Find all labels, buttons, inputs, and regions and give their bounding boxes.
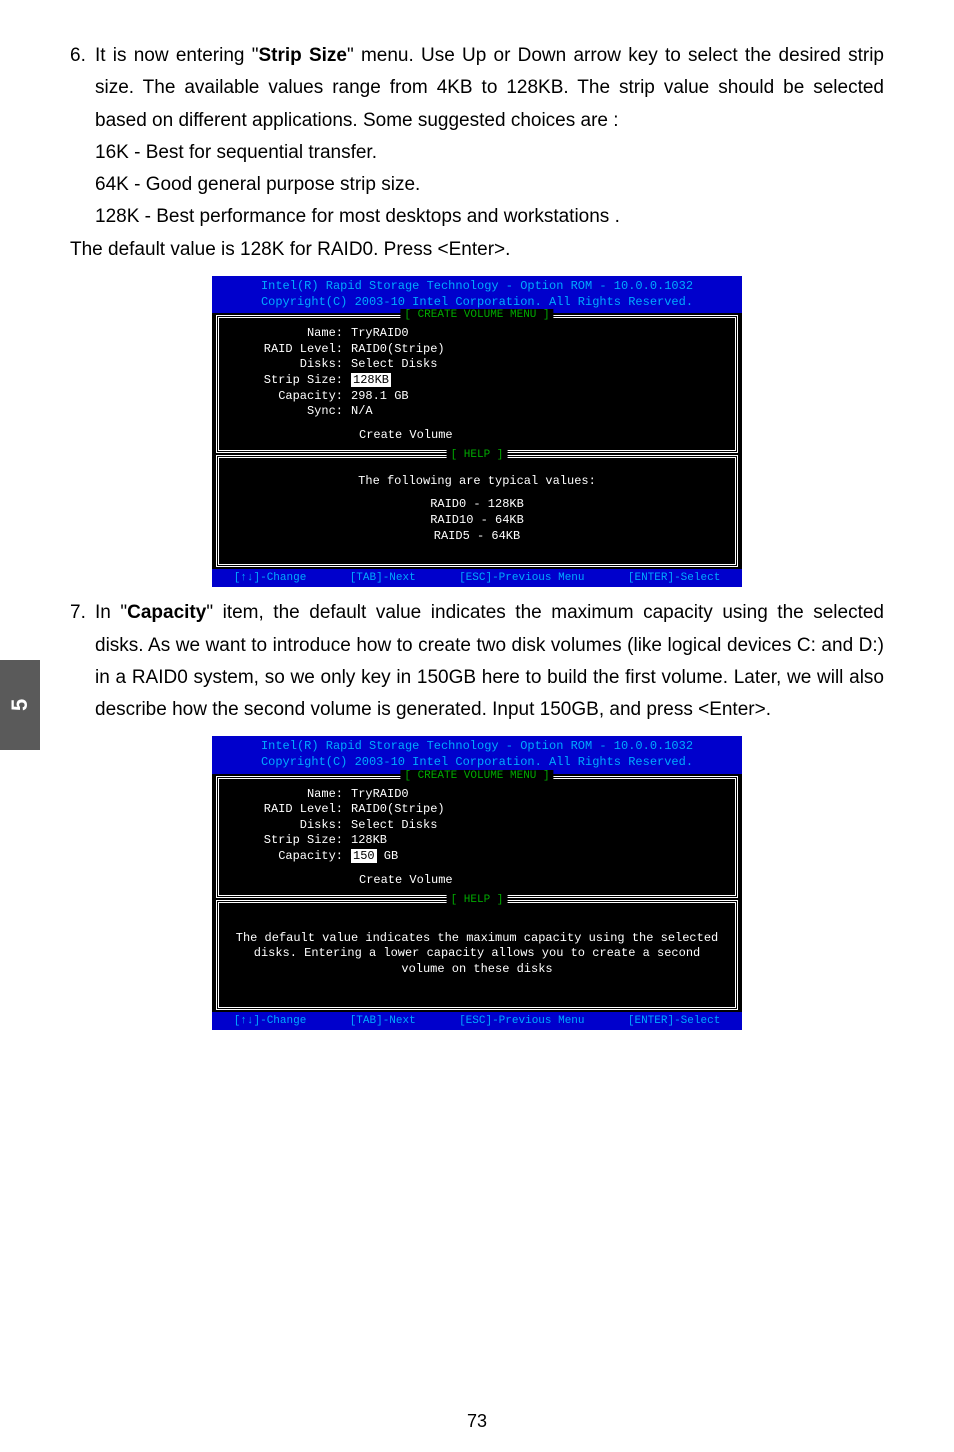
help-2-line-3: volume on these disks <box>231 962 723 978</box>
raid-level-label: RAID Level: <box>231 342 351 358</box>
bios-header-line-1: Intel(R) Rapid Storage Technology - Opti… <box>212 279 742 295</box>
help-2-line-1: The default value indicates the maximum … <box>231 931 723 947</box>
create-volume[interactable]: Create Volume <box>231 428 723 442</box>
sync-label: Sync: <box>231 404 351 420</box>
footer-next: [TAB]-Next <box>350 572 416 584</box>
capacity-label: Capacity: <box>231 389 351 405</box>
create-volume-2[interactable]: Create Volume <box>231 873 723 887</box>
bios-screenshot-2: Intel(R) Rapid Storage Technology - Opti… <box>212 736 742 1030</box>
strip-size-label-2: Strip Size: <box>231 833 351 849</box>
help-2-line-2: disks. Entering a lower capacity allows … <box>231 946 723 962</box>
strip-size-value-2: 128KB <box>351 833 387 849</box>
help-1-line-1: The following are typical values: <box>231 474 723 490</box>
bios-header-line-1b: Intel(R) Rapid Storage Technology - Opti… <box>212 739 742 755</box>
bios-screenshot-1: Intel(R) Rapid Storage Technology - Opti… <box>212 276 742 587</box>
bios-header-line-2b: Copyright(C) 2003-10 Intel Corporation. … <box>212 755 742 771</box>
bios-footer-2: [↑↓]-Change [TAB]-Next [ESC]-Previous Me… <box>212 1012 742 1030</box>
name-label: Name: <box>231 326 351 342</box>
bios-help-panel: [ HELP ] The following are typical value… <box>216 455 738 567</box>
footer-select: [ENTER]-Select <box>628 572 720 584</box>
step-7-bold: Capacity <box>127 602 206 623</box>
bios-help-title-2: [ HELP ] <box>447 894 508 906</box>
raid-level-value-2: RAID0(Stripe) <box>351 802 445 818</box>
disks-value-2: Select Disks <box>351 818 437 834</box>
step-7-content: In "Capacity" item, the default value in… <box>95 597 884 726</box>
bios-menu-title: [ CREATE VOLUME MENU ] <box>400 309 553 321</box>
bios-header: Intel(R) Rapid Storage Technology - Opti… <box>212 276 742 313</box>
help-1-line-3: RAID10 - 64KB <box>231 513 723 529</box>
disks-label: Disks: <box>231 357 351 373</box>
step-6-sub-4: The default value is 128K for RAID0. Pre… <box>70 234 884 266</box>
help-1-line-2: RAID0 - 128KB <box>231 497 723 513</box>
bios-header-line-2: Copyright(C) 2003-10 Intel Corporation. … <box>212 295 742 311</box>
bios-help-panel-2: [ HELP ] The default value indicates the… <box>216 900 738 1011</box>
strip-size-value[interactable]: 128KB <box>351 373 391 389</box>
capacity-value-2[interactable]: 150 GB <box>351 849 398 865</box>
footer-prev: [ESC]-Previous Menu <box>459 572 584 584</box>
footer-change-2: [↑↓]-Change <box>234 1015 307 1027</box>
bios-help-title: [ HELP ] <box>447 449 508 461</box>
bios-footer: [↑↓]-Change [TAB]-Next [ESC]-Previous Me… <box>212 569 742 587</box>
step-7-text-2: " item, the default value indicates the … <box>95 602 884 720</box>
footer-select-2: [ENTER]-Select <box>628 1015 720 1027</box>
name-value-2: TryRAID0 <box>351 787 409 803</box>
bios-header-2: Intel(R) Rapid Storage Technology - Opti… <box>212 736 742 773</box>
step-6: 6. It is now entering "Strip Size" menu.… <box>70 40 884 137</box>
name-label-2: Name: <box>231 787 351 803</box>
disks-value: Select Disks <box>351 357 437 373</box>
side-tab-chapter: 5 <box>0 660 40 750</box>
footer-prev-2: [ESC]-Previous Menu <box>459 1015 584 1027</box>
step-6-number: 6. <box>70 40 95 72</box>
footer-next-2: [TAB]-Next <box>350 1015 416 1027</box>
sync-value: N/A <box>351 404 373 420</box>
capacity-label-2: Capacity: <box>231 849 351 865</box>
footer-change: [↑↓]-Change <box>234 572 307 584</box>
step-7: 7. In "Capacity" item, the default value… <box>70 597 884 726</box>
step-6-bold: Strip Size <box>258 45 347 66</box>
raid-level-label-2: RAID Level: <box>231 802 351 818</box>
step-6-sub-3: 128K - Best performance for most desktop… <box>70 201 884 233</box>
step-6-sub-1: 16K - Best for sequential transfer. <box>70 137 884 169</box>
step-6-text-1: It is now entering " <box>95 45 258 66</box>
disks-label-2: Disks: <box>231 818 351 834</box>
raid-level-value: RAID0(Stripe) <box>351 342 445 358</box>
capacity-value: 298.1 GB <box>351 389 409 405</box>
bios-menu-title-2: [ CREATE VOLUME MENU ] <box>400 770 553 782</box>
step-7-number: 7. <box>70 597 95 629</box>
name-value: TryRAID0 <box>351 326 409 342</box>
bios-menu-panel-2: [ CREATE VOLUME MENU ] Name:TryRAID0 RAI… <box>216 776 738 898</box>
step-6-content: It is now entering "Strip Size" menu. Us… <box>95 40 884 137</box>
step-6-sub-2: 64K - Good general purpose strip size. <box>70 169 884 201</box>
step-7-text-1: In " <box>95 602 127 623</box>
help-1-line-4: RAID5 - 64KB <box>231 529 723 545</box>
bios-menu-panel: [ CREATE VOLUME MENU ] Name:TryRAID0 RAI… <box>216 315 738 453</box>
strip-size-label: Strip Size: <box>231 373 351 389</box>
page-number: 73 <box>467 1411 487 1432</box>
